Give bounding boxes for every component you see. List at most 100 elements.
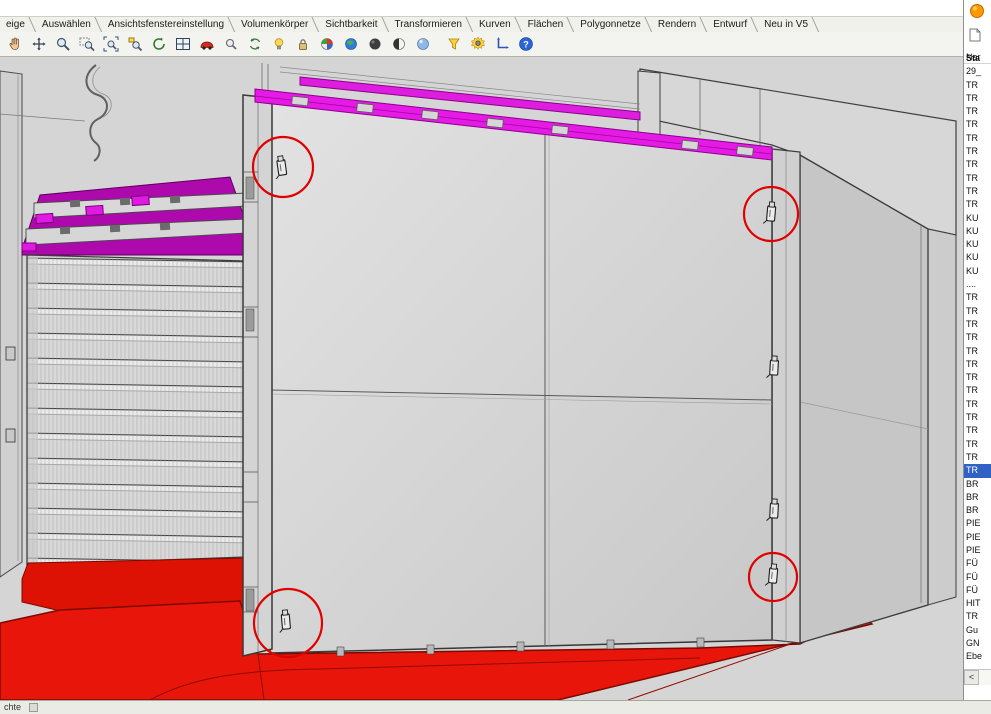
layer-row[interactable]: TR — [964, 345, 991, 358]
layer-row[interactable]: TR — [964, 398, 991, 411]
layer-row[interactable]: PIE — [964, 517, 991, 530]
layer-row[interactable]: TR — [964, 291, 991, 304]
tab-kurven[interactable]: Kurven — [473, 17, 522, 32]
layer-row[interactable]: TR — [964, 92, 991, 105]
layer-row[interactable]: FÜ — [964, 557, 991, 570]
layer-row[interactable]: PIE — [964, 531, 991, 544]
viewport-layout-icon[interactable] — [171, 33, 194, 56]
layer-row[interactable]: BR — [964, 504, 991, 517]
status-grip-icon — [29, 703, 38, 712]
sphere-half-icon[interactable] — [387, 33, 410, 56]
layer-list: Sta29_TRTRTRTRTRTRTRTRTRTRKUKUKUKUKU....… — [964, 52, 991, 668]
tab-neu-in-v5[interactable]: Neu in V5 — [758, 17, 819, 32]
bulb-icon[interactable] — [267, 33, 290, 56]
scroll-left-button[interactable]: < — [964, 670, 979, 685]
layer-row[interactable]: Ebe — [964, 650, 991, 663]
zoom-selected-icon[interactable] — [123, 33, 146, 56]
layer-row[interactable]: TR — [964, 610, 991, 623]
layer-row[interactable]: TR — [964, 79, 991, 92]
front-face — [270, 101, 772, 656]
svg-text:?: ? — [523, 40, 529, 50]
layer-row[interactable]: TR — [964, 105, 991, 118]
panel-tab-icon[interactable] — [969, 3, 991, 24]
help-icon[interactable]: ? — [514, 33, 537, 56]
tab-flächen[interactable]: Flächen — [522, 17, 575, 32]
layer-row[interactable]: TR — [964, 118, 991, 131]
sphere-blue-icon[interactable] — [411, 33, 434, 56]
zoom-window-icon[interactable] — [75, 33, 98, 56]
gear-sun-icon[interactable] — [466, 33, 489, 56]
layer-row[interactable]: KU — [964, 251, 991, 264]
layer-row[interactable]: TR — [964, 438, 991, 451]
layer-row[interactable]: TR — [964, 198, 991, 211]
layer-row[interactable]: TR — [964, 358, 991, 371]
main-toolbar: ? — [0, 32, 963, 57]
pan-icon[interactable] — [3, 33, 26, 56]
tab-transformieren[interactable]: Transformieren — [389, 17, 473, 32]
layer-row[interactable]: TR — [964, 132, 991, 145]
status-text: chte — [4, 701, 21, 714]
rotate-arrows-icon[interactable] — [243, 33, 266, 56]
layer-row[interactable]: KU — [964, 265, 991, 278]
layer-row[interactable]: .... — [964, 278, 991, 291]
lock-icon[interactable] — [291, 33, 314, 56]
zoom-small-icon[interactable] — [219, 33, 242, 56]
tab-eige[interactable]: eige — [0, 17, 36, 32]
tab-volumenkörper[interactable]: Volumenkörper — [235, 17, 319, 32]
layer-row[interactable]: TR — [964, 172, 991, 185]
layer-row[interactable]: Sta — [964, 52, 991, 65]
layer-row[interactable]: TR — [964, 451, 991, 464]
layer-row[interactable]: TR — [964, 158, 991, 171]
layer-row[interactable]: TR — [964, 384, 991, 397]
layer-row[interactable]: TR — [964, 424, 991, 437]
tab-sichtbarkeit[interactable]: Sichtbarkeit — [319, 17, 388, 32]
move-icon[interactable] — [27, 33, 50, 56]
new-layer-icon[interactable] — [969, 28, 991, 47]
tab-polygonnetze[interactable]: Polygonnetze — [574, 17, 652, 32]
layer-row[interactable]: KU — [964, 238, 991, 251]
layer-row[interactable]: TR — [964, 371, 991, 384]
zoom-extents-icon[interactable] — [99, 33, 122, 56]
layers-panel: Nar Sta29_TRTRTRTRTRTRTRTRTRTRKUKUKUKUKU… — [963, 0, 991, 700]
cad-model-canvas — [0, 57, 963, 700]
rotate-view-icon[interactable] — [147, 33, 170, 56]
render-ball-icon[interactable] — [315, 33, 338, 56]
zoom-icon[interactable] — [51, 33, 74, 56]
layer-row[interactable]: HIT — [964, 597, 991, 610]
menu-tab-bar: eigeAuswählenAnsichtsfenstereinstellungV… — [0, 16, 963, 33]
layer-row[interactable]: 29_ — [964, 65, 991, 78]
layer-row[interactable]: TR — [964, 464, 991, 477]
layer-row[interactable]: TR — [964, 318, 991, 331]
viewport-3d[interactable] — [0, 57, 963, 700]
layer-row[interactable]: TR — [964, 331, 991, 344]
layer-list-hscrollbar[interactable]: < — [964, 669, 991, 685]
scroll-track[interactable] — [979, 670, 991, 685]
tab-ansichtsfenstereinstellung[interactable]: Ansichtsfenstereinstellung — [102, 17, 235, 32]
layer-row[interactable]: KU — [964, 225, 991, 238]
status-bar: chte — [0, 700, 991, 714]
sphere-dark-icon[interactable] — [363, 33, 386, 56]
tab-entwurf[interactable]: Entwurf — [707, 17, 758, 32]
tab-auswählen[interactable]: Auswählen — [36, 17, 102, 32]
layer-row[interactable]: TR — [964, 305, 991, 318]
right-face — [800, 155, 928, 643]
tab-rendern[interactable]: Rendern — [652, 17, 707, 32]
layer-row[interactable]: Gu — [964, 624, 991, 637]
layer-row[interactable]: TR — [964, 145, 991, 158]
globe-icon[interactable] — [339, 33, 362, 56]
car-icon[interactable] — [195, 33, 218, 56]
layer-row[interactable]: FÜ — [964, 584, 991, 597]
uvn-icon[interactable] — [490, 33, 513, 56]
layer-row[interactable]: BR — [964, 491, 991, 504]
filter-icon[interactable] — [442, 33, 465, 56]
layer-row[interactable]: BR — [964, 478, 991, 491]
layer-row[interactable]: TR — [964, 411, 991, 424]
layer-row[interactable]: FÜ — [964, 571, 991, 584]
right-outer-panel — [928, 229, 956, 605]
corner-column — [243, 95, 272, 656]
layer-row[interactable]: GN — [964, 637, 991, 650]
layer-row[interactable]: KU — [964, 212, 991, 225]
slat-stack — [27, 255, 245, 565]
layer-row[interactable]: TR — [964, 185, 991, 198]
layer-row[interactable]: PIE — [964, 544, 991, 557]
